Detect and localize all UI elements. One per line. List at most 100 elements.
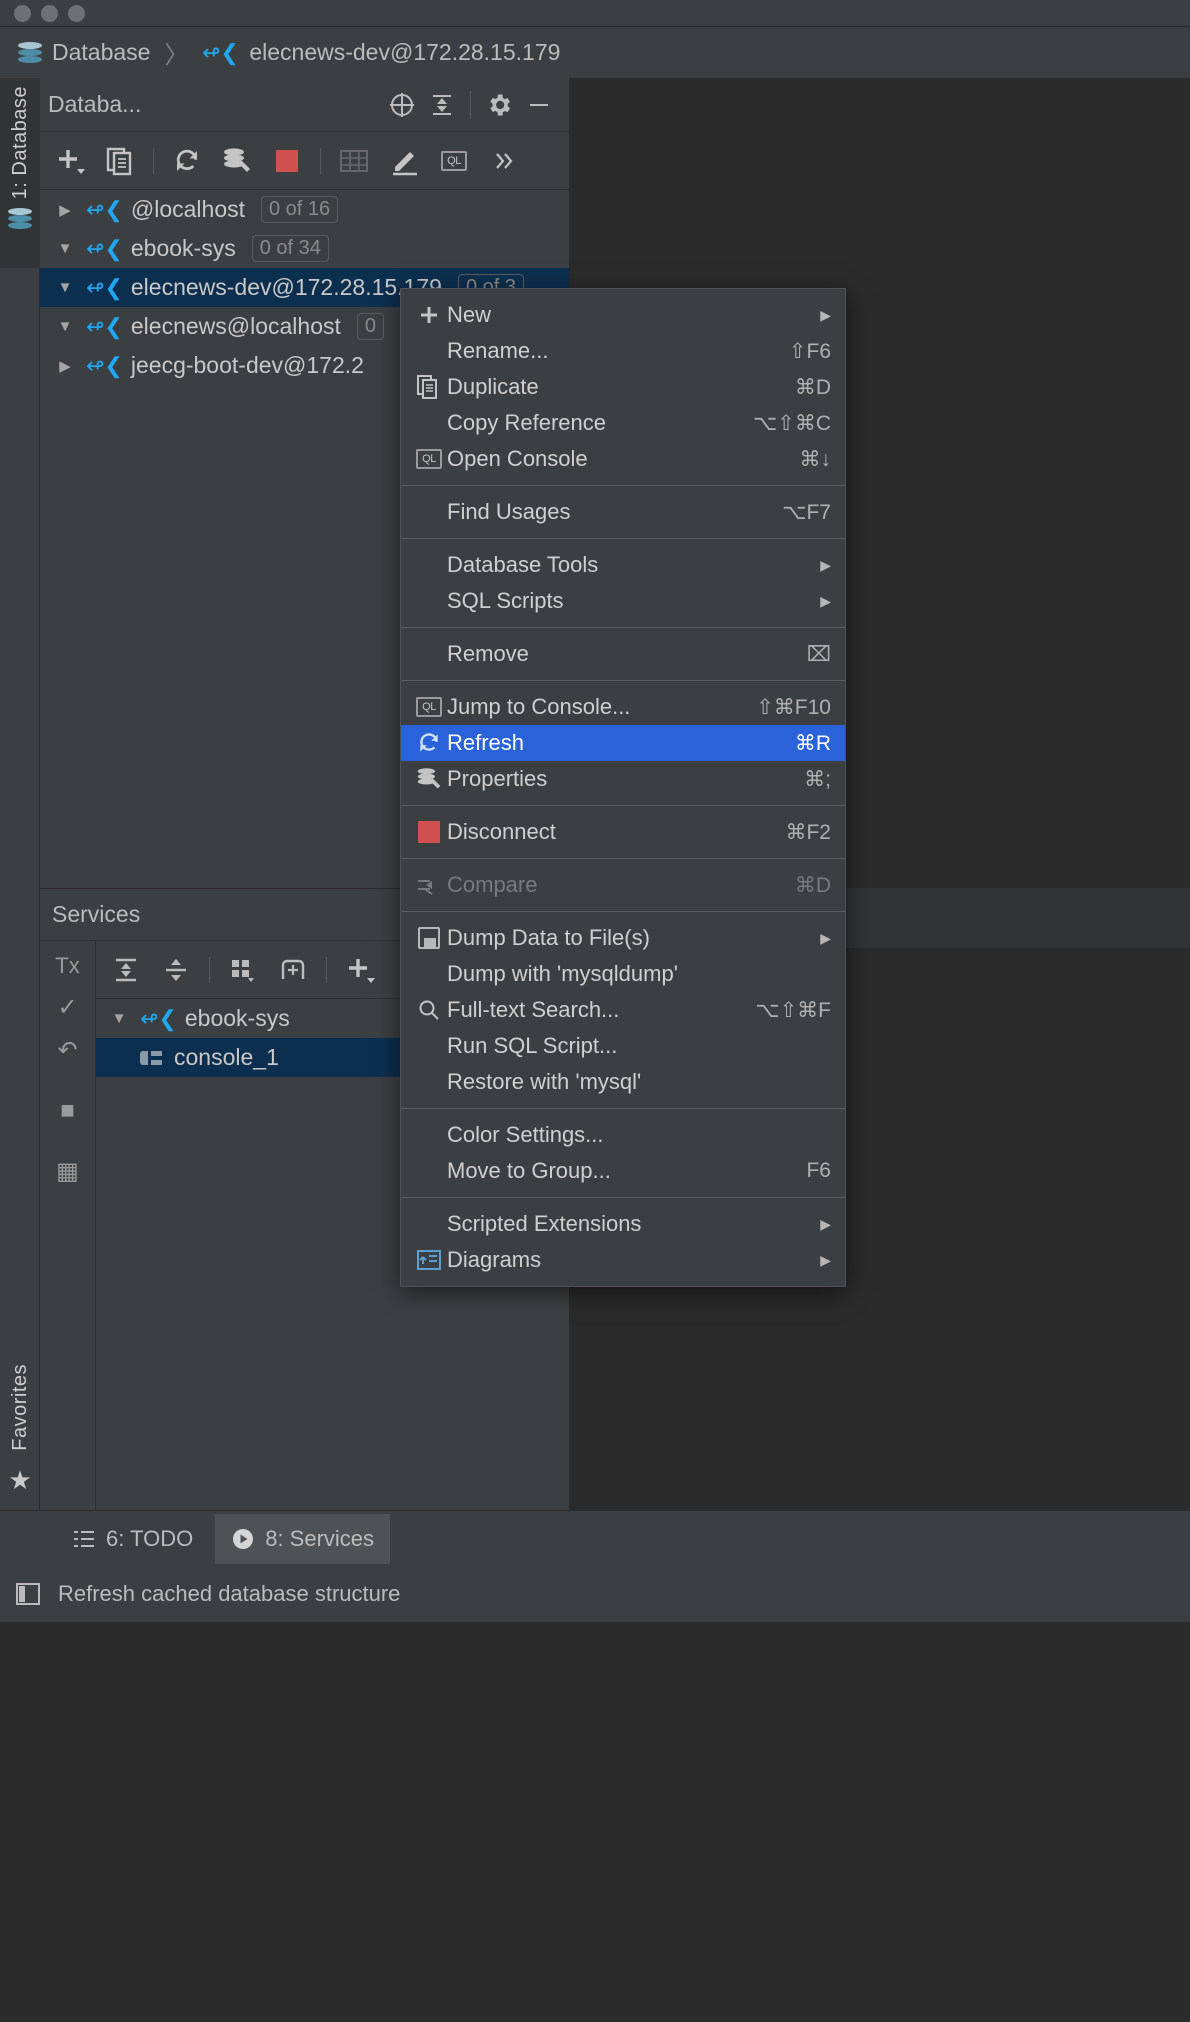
menu-item-shortcut: ⇧F6: [788, 339, 831, 363]
menu-item-duplicate[interactable]: Duplicate ⌘D: [401, 369, 845, 405]
menu-item-open-console[interactable]: QL Open Console ⌘↓: [401, 441, 845, 477]
gear-icon[interactable]: [479, 85, 519, 125]
window-minimize-button[interactable]: [41, 4, 58, 22]
menu-item-run-sql-script[interactable]: Run SQL Script...: [401, 1028, 845, 1064]
tool-window-button-favorites[interactable]: Favorites: [9, 1364, 32, 1451]
console-icon: [140, 1049, 166, 1067]
menu-item-new[interactable]: New ▶: [401, 297, 845, 333]
menu-item-properties[interactable]: Properties ⌘;: [401, 761, 845, 797]
window-close-button[interactable]: [14, 4, 31, 22]
tab-todo[interactable]: 6: TODO: [56, 1514, 209, 1564]
chevron-down-icon[interactable]: [52, 318, 78, 335]
left-tool-strip: 1: Database Favorites ★: [0, 78, 40, 1510]
refresh-icon[interactable]: [163, 139, 211, 183]
chevron-right-icon: ▶: [820, 592, 831, 609]
window-maximize-button[interactable]: [68, 4, 85, 22]
menu-item-shortcut: ⌥F7: [782, 500, 831, 524]
context-menu: New ▶ Rename... ⇧F6 Duplicate ⌘D Copy Re…: [400, 288, 846, 1287]
commit-icon[interactable]: ✓: [57, 993, 77, 1022]
collapse-all-icon[interactable]: [422, 85, 462, 125]
ql-console-icon: QL: [411, 449, 447, 469]
chevron-down-icon[interactable]: [106, 1010, 132, 1027]
menu-item-color-settings[interactable]: Color Settings...: [401, 1117, 845, 1153]
menu-item-diagrams[interactable]: Diagrams ▶: [401, 1242, 845, 1278]
play-circle-icon: [231, 1527, 255, 1551]
locate-in-tree-icon[interactable]: [382, 85, 422, 125]
menu-item-database-tools[interactable]: Database Tools ▶: [401, 547, 845, 583]
expand-all-icon[interactable]: [102, 948, 150, 992]
disconnect-icon[interactable]: [263, 139, 311, 183]
menu-item-dump-data-to-files[interactable]: Dump Data to File(s) ▶: [401, 920, 845, 956]
table-editor-icon[interactable]: [330, 139, 378, 183]
layout-toggle-icon[interactable]: [14, 1580, 42, 1608]
menu-separator: [401, 680, 845, 681]
menu-item-restore-with-mysql[interactable]: Restore with 'mysql': [401, 1064, 845, 1100]
menu-item-disconnect[interactable]: Disconnect ⌘F2: [401, 814, 845, 850]
divider: [326, 956, 327, 983]
data-source-properties-icon[interactable]: [213, 139, 261, 183]
list-item-label: ebook-sys: [184, 1005, 290, 1031]
services-side-toolbar: Tx ✓ ↶ ■ ▦: [40, 941, 96, 1511]
open-console-icon[interactable]: QL: [430, 139, 478, 183]
ide-window: Database 〉 ❯↬ elecnews-dev@172.28.15.179…: [0, 0, 1190, 2022]
breadcrumb-separator: 〉: [164, 42, 189, 69]
chevron-right-icon[interactable]: [52, 357, 78, 375]
status-bar: Refresh cached database structure: [0, 1566, 1190, 1622]
tree-row[interactable]: ❯↬ @localhost 0 of 16: [40, 190, 569, 229]
hide-window-icon[interactable]: [519, 85, 559, 125]
sidebar-item-label: 1: Database: [8, 86, 31, 200]
menu-item-label: Compare: [447, 872, 538, 897]
menu-item-label: Remove: [447, 641, 529, 666]
group-by-icon[interactable]: [219, 948, 267, 992]
mysql-dolphin-icon: ❯↬: [202, 39, 240, 65]
tree-row-count: 0: [356, 313, 385, 340]
add-tab-icon[interactable]: [269, 948, 317, 992]
chevron-right-icon: ▶: [820, 1215, 831, 1232]
database-stack-icon: [18, 41, 42, 65]
menu-item-dump-with-mysqldump[interactable]: Dump with 'mysqldump': [401, 956, 845, 992]
breadcrumb-root[interactable]: Database: [52, 39, 150, 66]
menu-item-label: Open Console: [447, 446, 588, 471]
menu-item-move-to-group[interactable]: Move to Group... F6: [401, 1153, 845, 1189]
chevron-down-icon[interactable]: [52, 279, 78, 296]
menu-item-find-usages[interactable]: Find Usages ⌥F7: [401, 494, 845, 530]
collapse-all-icon[interactable]: [152, 948, 200, 992]
menu-item-scripted-extensions[interactable]: Scripted Extensions ▶: [401, 1206, 845, 1242]
database-stack-icon: [8, 207, 32, 231]
breadcrumb-leaf[interactable]: elecnews-dev@172.28.15.179: [249, 39, 560, 66]
layout-icon[interactable]: ▦: [56, 1157, 79, 1186]
status-text: Refresh cached database structure: [58, 1581, 401, 1606]
menu-item-label: Dump Data to File(s): [447, 925, 650, 950]
divider: [320, 147, 321, 174]
menu-item-rename[interactable]: Rename... ⇧F6: [401, 333, 845, 369]
chevron-right-icon[interactable]: [52, 201, 78, 219]
tx-mode-icon[interactable]: Tx: [55, 953, 79, 979]
tab-services[interactable]: 8: Services: [215, 1513, 391, 1564]
menu-item-label: New: [447, 302, 492, 327]
chevron-down-icon[interactable]: [52, 240, 78, 257]
tree-row[interactable]: ❯↬ ebook-sys 0 of 34: [40, 229, 569, 268]
divider: [153, 147, 154, 174]
menu-item-copy-reference[interactable]: Copy Reference ⌥⇧⌘C: [401, 405, 845, 441]
menu-item-label: Full-text Search...: [447, 997, 620, 1022]
add-data-source-icon[interactable]: [46, 139, 94, 183]
overflow-icon[interactable]: [480, 139, 528, 183]
add-icon[interactable]: [336, 948, 384, 992]
list-item-label: console_1: [174, 1044, 279, 1070]
duplicate-icon[interactable]: [96, 139, 144, 183]
menu-item-label: Jump to Console...: [447, 694, 631, 719]
plus-icon: [411, 303, 447, 327]
modify-icon[interactable]: [380, 139, 428, 183]
stop-icon[interactable]: ■: [60, 1097, 75, 1125]
menu-item-jump-to-console[interactable]: QL Jump to Console... ⇧⌘F10: [401, 689, 845, 725]
tool-window-button-database[interactable]: 1: Database: [0, 78, 40, 268]
menu-item-sql-scripts[interactable]: SQL Scripts ▶: [401, 583, 845, 619]
menu-item-refresh[interactable]: Refresh ⌘R: [401, 725, 845, 761]
menu-item-label: Rename...: [447, 338, 549, 363]
menu-item-label: Disconnect: [447, 819, 556, 844]
divider: [209, 956, 210, 983]
rollback-icon[interactable]: ↶: [57, 1036, 77, 1065]
menu-item-full-text-search[interactable]: Full-text Search... ⌥⇧⌘F: [401, 992, 845, 1028]
breadcrumb: Database 〉 ❯↬ elecnews-dev@172.28.15.179: [0, 26, 1190, 78]
menu-item-remove[interactable]: Remove ⌧: [401, 636, 845, 672]
